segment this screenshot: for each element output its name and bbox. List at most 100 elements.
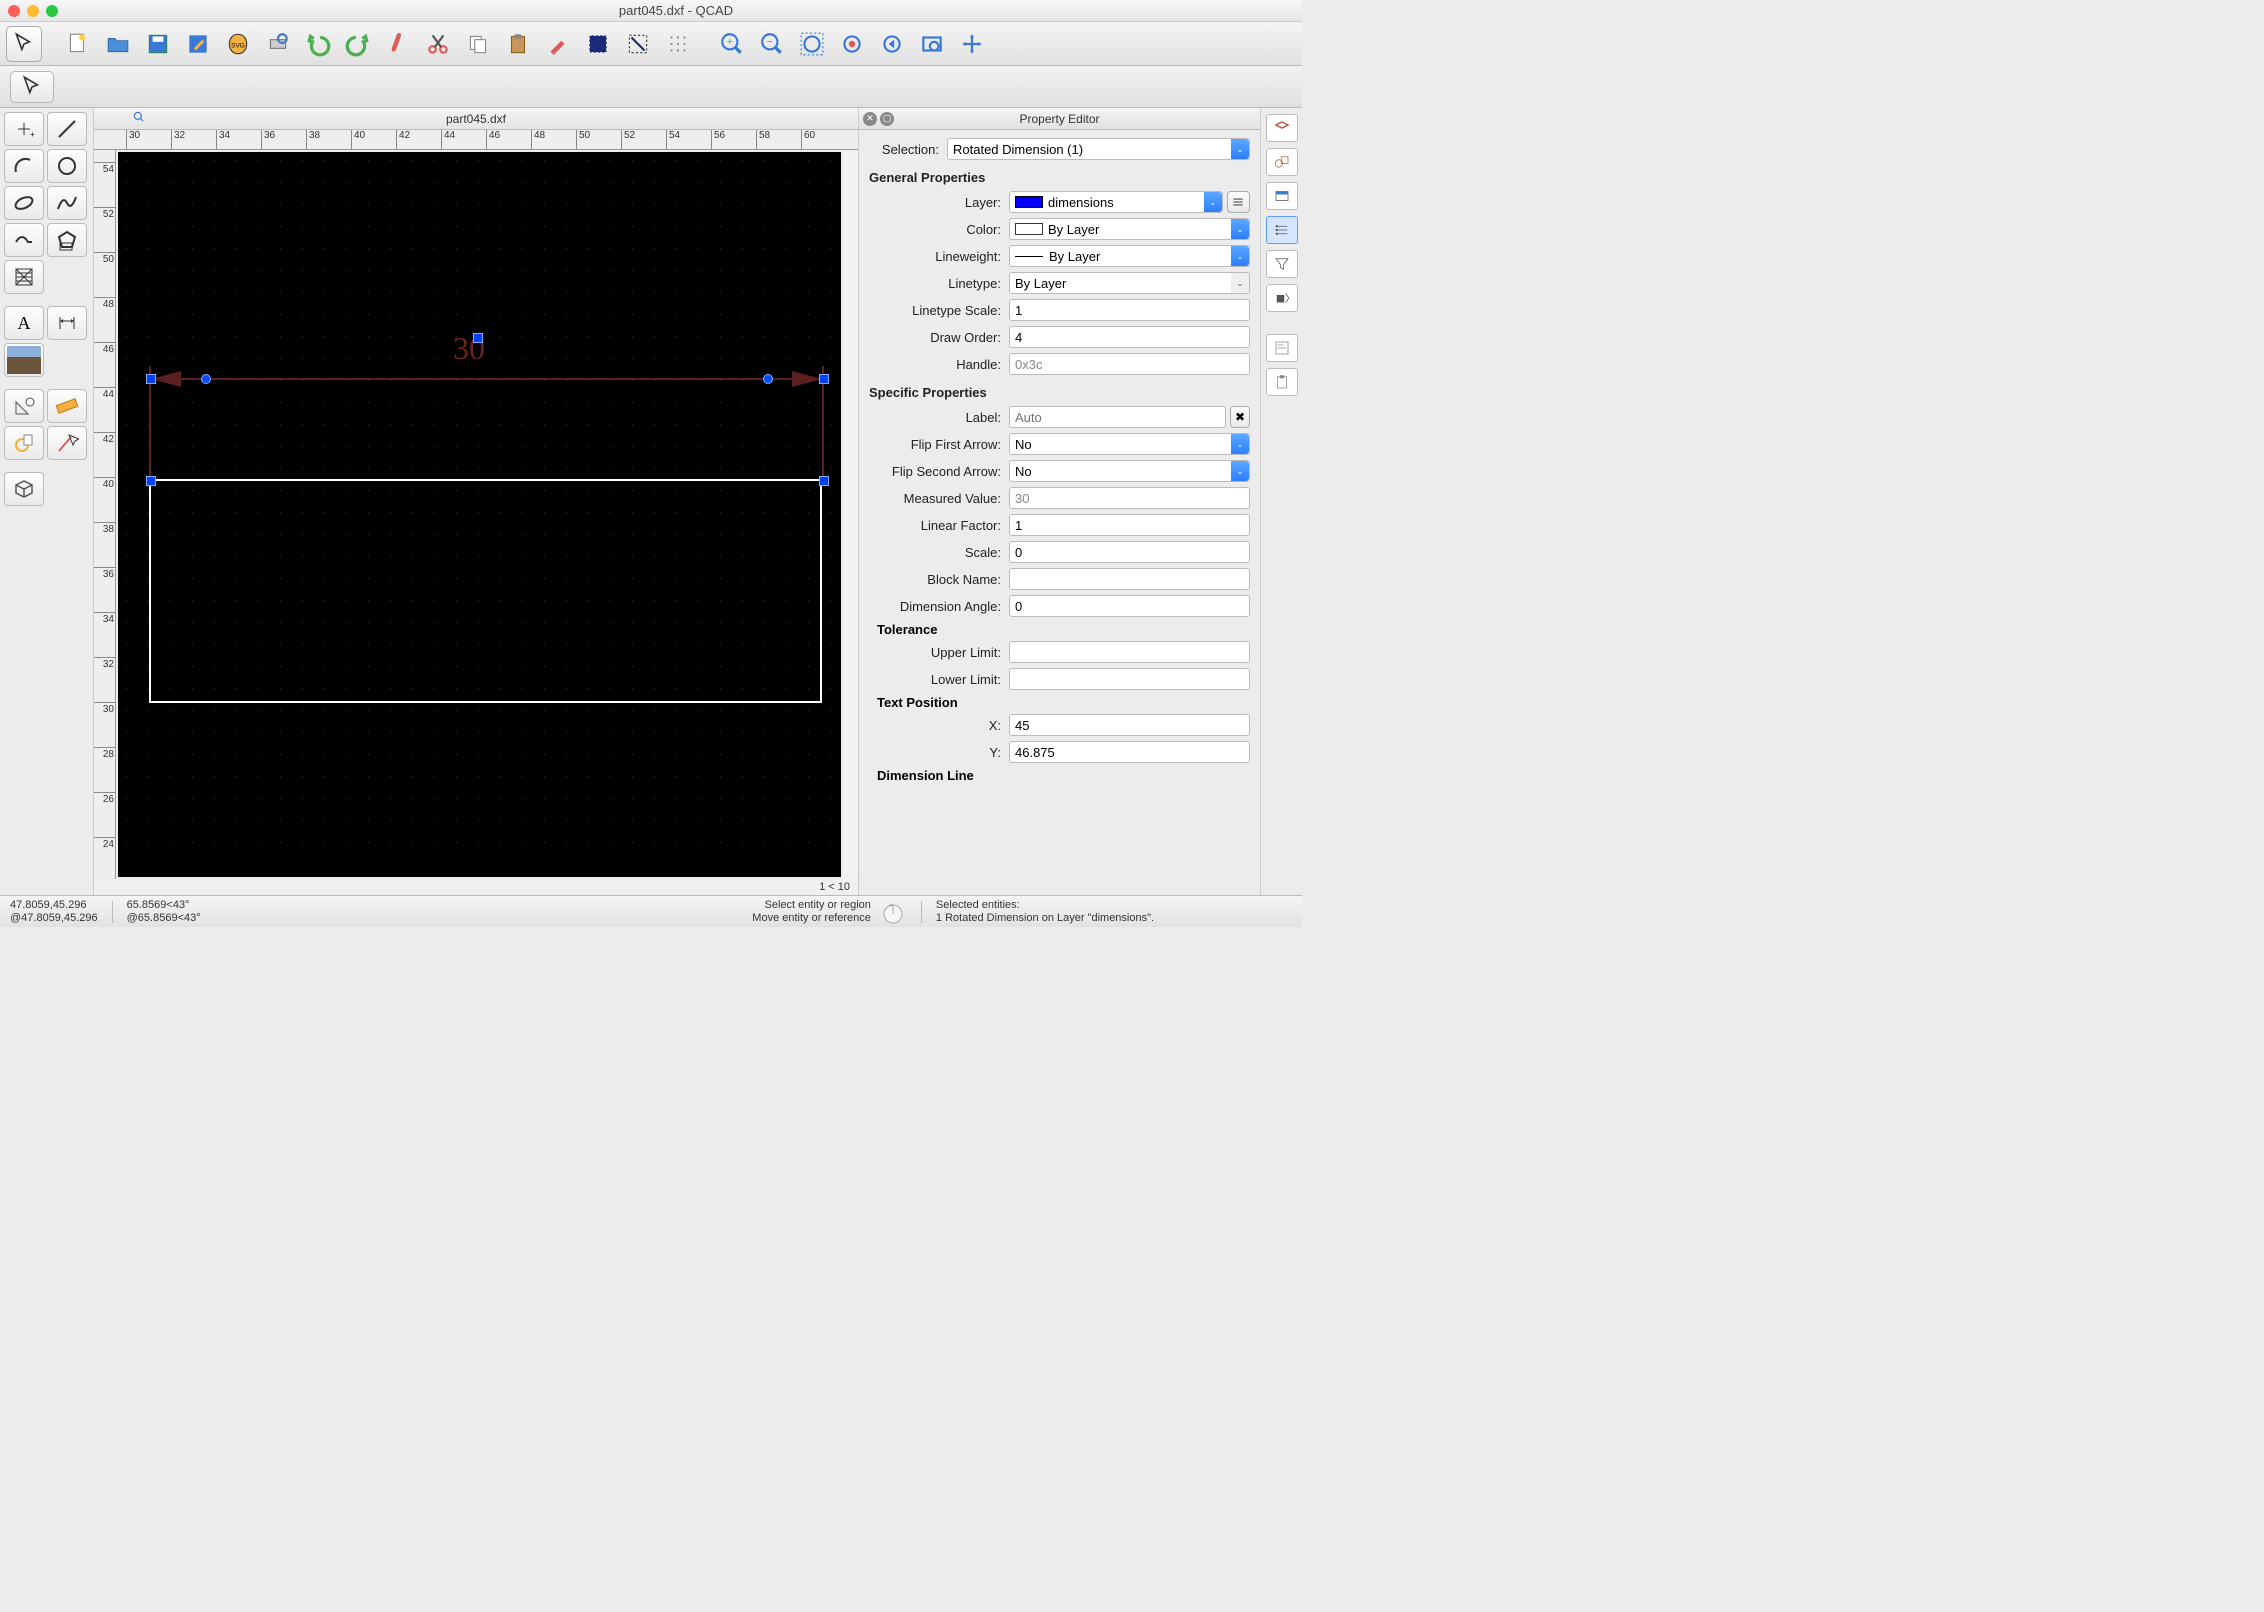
zoom-in-button[interactable]: + [714, 26, 750, 62]
spline-tool-button[interactable] [47, 186, 87, 220]
linear-factor-input[interactable] [1009, 514, 1250, 536]
select-line-tool-button[interactable] [47, 426, 87, 460]
content-area: + A [0, 108, 1302, 895]
upper-limit-input[interactable] [1009, 641, 1250, 663]
dock-clipboard-button[interactable] [1266, 368, 1298, 396]
label-clear-button[interactable]: ✖ [1230, 406, 1250, 428]
color-dropdown[interactable]: By Layer ⌄ [1009, 218, 1250, 240]
horizontal-ruler[interactable]: 30 32 34 36 38 40 42 44 46 48 50 52 54 5… [94, 130, 858, 150]
save-file-button[interactable] [140, 26, 176, 62]
image-tool-button[interactable] [4, 343, 44, 377]
draw-order-input[interactable] [1009, 326, 1250, 348]
selection-dropdown[interactable]: Rotated Dimension (1) ⌄ [947, 138, 1250, 160]
ellipse-tool-button[interactable] [4, 186, 44, 220]
pointer-tool-button[interactable] [6, 26, 42, 62]
export-svg-button[interactable]: SVG [220, 26, 256, 62]
grip-handle[interactable] [146, 476, 156, 486]
trim-tool-button[interactable] [4, 426, 44, 460]
cut-button[interactable] [420, 26, 456, 62]
close-window-icon[interactable] [8, 5, 20, 17]
linetype-scale-input[interactable] [1009, 299, 1250, 321]
vertical-scrollbar[interactable] [843, 150, 858, 879]
open-file-button[interactable] [100, 26, 136, 62]
y-input[interactable] [1009, 741, 1250, 763]
tab-zoom-icon[interactable] [132, 110, 146, 127]
zoom-auto-button[interactable] [794, 26, 830, 62]
document-tab[interactable]: part045.dxf [94, 108, 858, 130]
grip-handle[interactable] [146, 374, 156, 384]
layer-settings-button[interactable] [1227, 191, 1250, 213]
undo-button[interactable] [300, 26, 336, 62]
flip-second-dropdown[interactable]: No⌄ [1009, 460, 1250, 482]
layer-dropdown[interactable]: dimensions ⌄ [1009, 191, 1223, 213]
redo-button[interactable] [340, 26, 376, 62]
selection-status-title: Selected entities: [936, 899, 1154, 912]
new-file-button[interactable] [60, 26, 96, 62]
polygon-tool-button[interactable] [47, 223, 87, 257]
zoom-window-button[interactable] [914, 26, 950, 62]
svg-text:−: − [767, 36, 773, 48]
selection-remove-button[interactable] [620, 26, 656, 62]
delete-button[interactable] [380, 26, 416, 62]
panel-close-icon[interactable]: ✕ [863, 112, 877, 126]
zoom-out-button[interactable]: − [754, 26, 790, 62]
dock-layers-button[interactable] [1266, 114, 1298, 142]
secondary-toolbar [0, 66, 1302, 108]
zoom-selection-button[interactable] [834, 26, 870, 62]
horizontal-scrollbar[interactable]: 1 < 10 [94, 879, 858, 895]
draw-tool-button[interactable] [540, 26, 576, 62]
main-toolbar: SVG + − [0, 22, 1302, 66]
panel-float-icon[interactable]: ▢ [880, 112, 894, 126]
dock-window-button[interactable] [1266, 182, 1298, 210]
circle-tool-button[interactable] [47, 149, 87, 183]
point-tool-button[interactable]: + [4, 112, 44, 146]
draw-order-label: Draw Order: [869, 330, 1009, 345]
dock-properties-button[interactable] [1266, 216, 1298, 244]
paste-button[interactable] [500, 26, 536, 62]
block-tool-button[interactable] [4, 472, 44, 506]
print-preview-button[interactable] [260, 26, 296, 62]
flip-first-dropdown[interactable]: No⌄ [1009, 433, 1250, 455]
dock-library-button[interactable] [1266, 284, 1298, 312]
dimension-tool-button[interactable] [47, 306, 87, 340]
zoom-window-icon[interactable] [46, 5, 58, 17]
hatch-tool-button[interactable] [4, 260, 44, 294]
selection-rect-button[interactable] [580, 26, 616, 62]
drawing-canvas[interactable]: 30 [118, 152, 841, 877]
grip-handle[interactable] [819, 374, 829, 384]
grip-handle[interactable] [473, 333, 483, 343]
measure-tool-button[interactable] [4, 389, 44, 423]
arc-tool-button[interactable] [4, 149, 44, 183]
scale-input[interactable] [1009, 541, 1250, 563]
grid-button[interactable] [660, 26, 696, 62]
linetype-label: Linetype: [869, 276, 1009, 291]
zoom-previous-button[interactable] [874, 26, 910, 62]
dim-angle-input[interactable] [1009, 595, 1250, 617]
label-input[interactable] [1009, 406, 1226, 428]
pan-button[interactable] [954, 26, 990, 62]
polar-rel-coords: @65.8569<43° [127, 912, 201, 925]
flip-second-label: Flip Second Arrow: [869, 464, 1009, 479]
polyline-tool-button[interactable] [4, 223, 44, 257]
dock-script-button[interactable] [1266, 334, 1298, 362]
linetype-dropdown[interactable]: By Layer ⌄ [1009, 272, 1250, 294]
grip-handle[interactable] [763, 374, 773, 384]
grip-handle[interactable] [819, 476, 829, 486]
ruler-tool-button[interactable] [47, 389, 87, 423]
x-input[interactable] [1009, 714, 1250, 736]
vertical-ruler[interactable]: 54 52 50 48 46 44 42 40 38 36 34 32 30 2… [94, 150, 116, 879]
grip-handle[interactable] [201, 374, 211, 384]
minimize-window-icon[interactable] [27, 5, 39, 17]
edit-button[interactable] [180, 26, 216, 62]
pointer-tool-secondary-button[interactable] [10, 71, 54, 103]
line-tool-button[interactable] [47, 112, 87, 146]
lineweight-dropdown[interactable]: By Layer ⌄ [1009, 245, 1250, 267]
text-tool-button[interactable]: A [4, 306, 44, 340]
panel-title: Property Editor [1019, 112, 1099, 126]
copy-button[interactable] [460, 26, 496, 62]
measured-value-input [1009, 487, 1250, 509]
dock-blocks-button[interactable] [1266, 148, 1298, 176]
dock-filter-button[interactable] [1266, 250, 1298, 278]
lower-limit-input[interactable] [1009, 668, 1250, 690]
rectangle-entity[interactable] [149, 479, 822, 703]
